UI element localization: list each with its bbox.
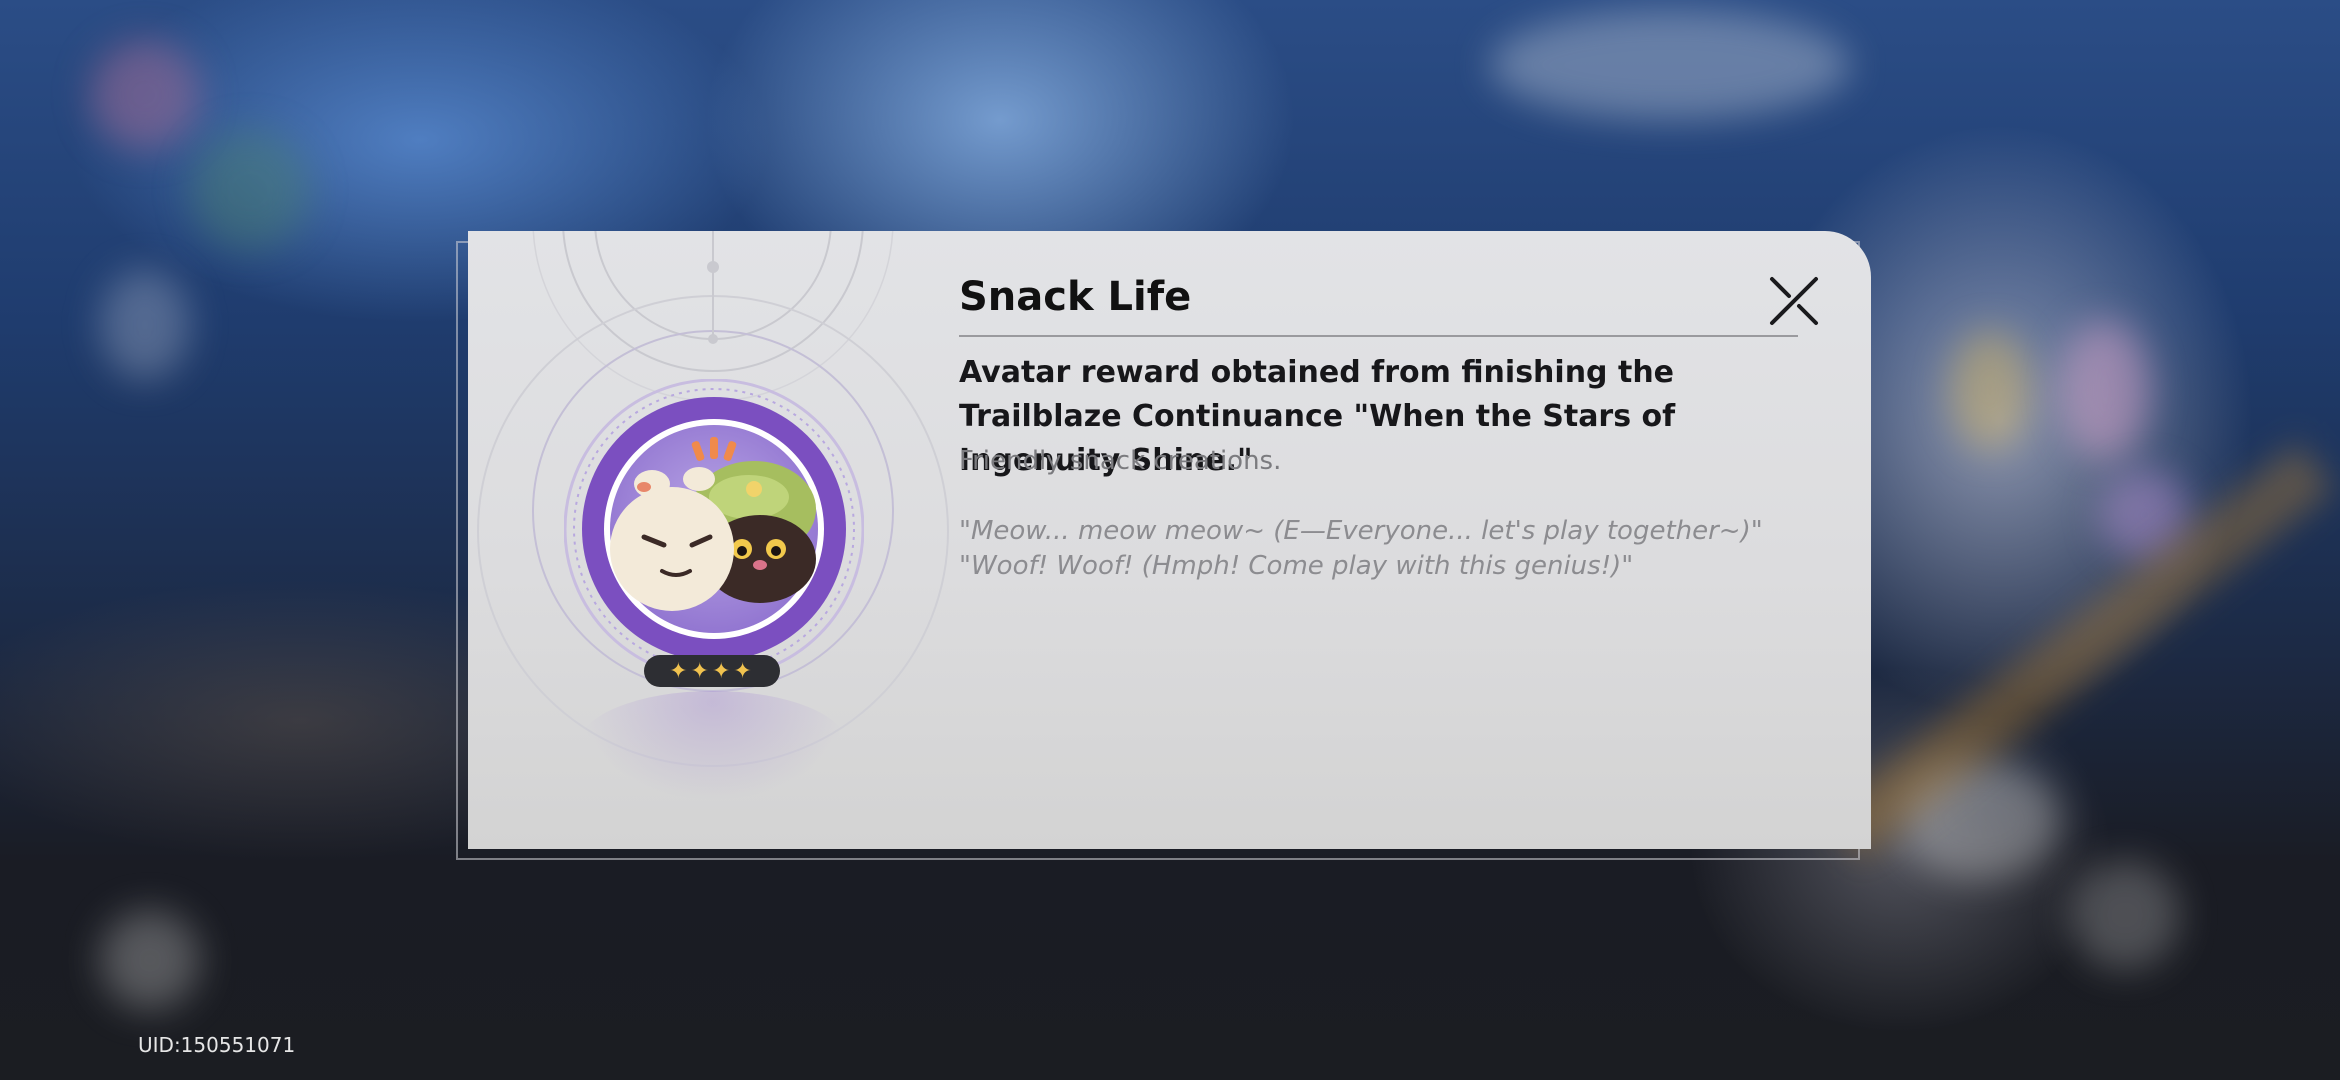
title-divider (959, 335, 1798, 337)
background-blur-shape (90, 40, 200, 150)
dialog-subtitle: Friendly snack creations. (959, 446, 1282, 476)
dialog-title: Snack Life (959, 274, 1192, 320)
snack-life-avatar-icon (564, 379, 864, 679)
rarity-stars-badge: ✦✦✦✦ (644, 655, 780, 687)
background-stripe (1825, 441, 2335, 859)
flavor-quote: "Meow... meow meow~ (E—Everyone... let's… (959, 516, 1763, 546)
background-blur-shape (1950, 330, 2030, 450)
medal-reflection (578, 691, 848, 801)
background-blur-shape (190, 130, 310, 250)
flavor-quote: "Woof! Woof! (Hmph! Come play with this … (959, 551, 1634, 581)
close-x-icon[interactable] (1766, 273, 1822, 329)
rarity-stars-text: ✦✦✦✦ (669, 658, 755, 684)
background-blur-shape (2060, 320, 2150, 460)
avatar-detail-dialog: ✦✦✦✦ Snack Life Avatar reward obtained f… (468, 231, 1871, 849)
background-blur-shape (100, 910, 200, 1010)
player-uid: UID:150551071 (138, 1033, 296, 1057)
background-blur-shape (100, 270, 190, 380)
background-blur-shape (2070, 860, 2180, 970)
background-blur-shape (1490, 10, 1850, 120)
